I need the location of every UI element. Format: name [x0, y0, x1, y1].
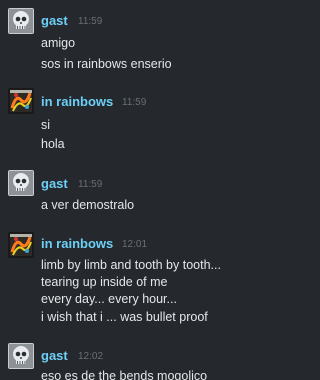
message-timestamp: 11:59 [78, 179, 103, 190]
message-timestamp: 11:59 [122, 97, 147, 108]
sender-name[interactable]: gast [41, 348, 68, 363]
chat-log: gast 11:59 amigo sos in rainbows enserio… [0, 0, 287, 380]
message-group: in rainbows 11:59 si hola [0, 80, 287, 160]
skull-avatar-icon[interactable] [8, 8, 34, 34]
message-text: limb by limb and tooth by tooth... [41, 258, 221, 272]
message-text: a ver demostralo [41, 198, 135, 212]
sender-name[interactable]: in rainbows [41, 236, 113, 251]
message-text: every day... every hour... [41, 292, 177, 306]
message-text: i wish that i ... was bullet proof [41, 310, 208, 324]
message-text: tearing up inside of me [41, 275, 168, 289]
message-group: gast 11:59 amigo sos in rainbows enserio [0, 0, 287, 80]
message-timestamp: 11:59 [78, 16, 103, 27]
sender-name[interactable]: gast [41, 13, 68, 28]
skull-avatar-icon[interactable] [8, 343, 34, 369]
message-timestamp: 12:01 [122, 239, 148, 250]
skull-avatar-icon[interactable] [8, 170, 34, 196]
message-text: amigo [41, 36, 76, 50]
message-group: gast 12:02 eso es de the bends mogolico [0, 335, 287, 380]
message-text: eso es de the bends mogolico [41, 369, 208, 380]
message-text: hola [41, 137, 65, 151]
message-timestamp: 12:02 [78, 351, 104, 362]
message-text: si [41, 118, 51, 132]
album-art-avatar-icon[interactable] [8, 232, 34, 258]
message-group: in rainbows 12:01 limb by limb and tooth… [0, 225, 287, 335]
sender-name[interactable]: in rainbows [41, 94, 113, 109]
sender-name[interactable]: gast [41, 176, 68, 191]
message-text: sos in rainbows enserio [41, 57, 172, 71]
album-art-avatar-icon[interactable] [8, 88, 34, 114]
message-group: gast 11:59 a ver demostralo [0, 160, 287, 225]
